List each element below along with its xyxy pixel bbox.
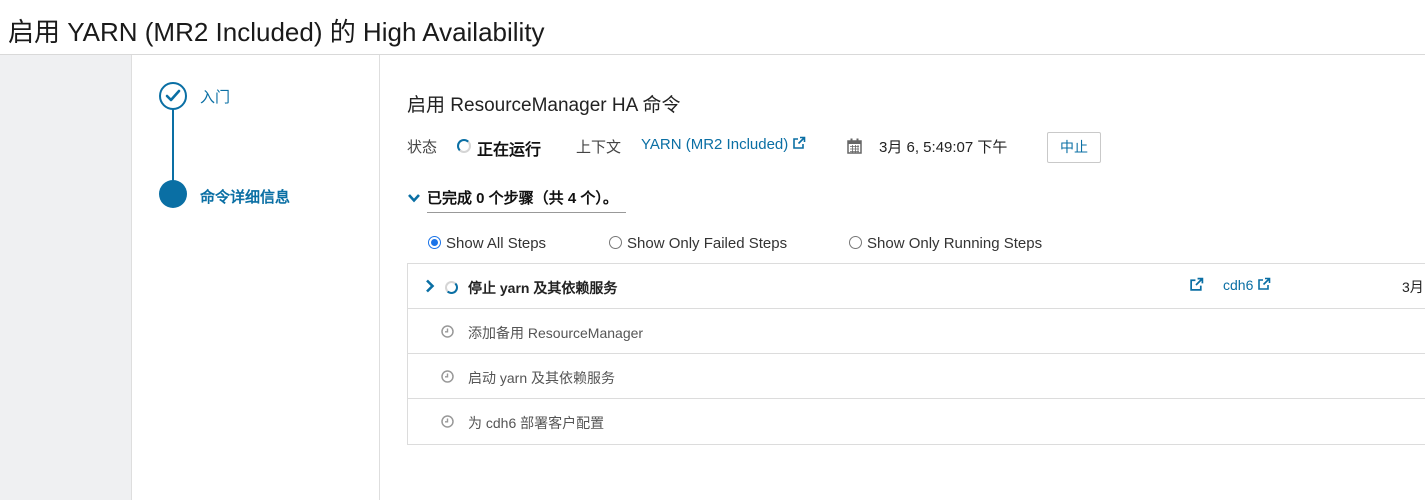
step-label: 为 cdh6 部署客户配置 (468, 415, 605, 431)
chevron-right-icon[interactable] (425, 279, 435, 293)
clock-icon (441, 325, 454, 338)
wizard-step-2-label: 命令详细信息 (200, 189, 291, 206)
step-label: 停止 yarn 及其依赖服务 (468, 280, 618, 296)
wizard-step-1-marker[interactable] (159, 82, 187, 110)
left-gutter (0, 55, 132, 500)
abort-button[interactable]: 中止 (1047, 132, 1101, 163)
context-link[interactable]: YARN (MR2 Included) (641, 136, 806, 153)
external-link-icon (793, 136, 806, 149)
wizard-step-connector (172, 109, 174, 187)
context-label: 上下文 (576, 139, 622, 156)
status-value: 正在运行 (477, 142, 542, 159)
spinner-icon (445, 281, 458, 294)
table-row: 为 cdh6 部署客户配置 (408, 399, 1425, 444)
command-status-row: 状态 正在运行 上下文 YARN (MR2 Included) 3月 6, 5:… (407, 132, 1417, 163)
chevron-down-icon (408, 194, 420, 203)
external-link-icon[interactable] (1189, 277, 1204, 292)
progress-underline (427, 212, 626, 213)
filter-running-steps[interactable]: Show Only Running Steps (849, 235, 1042, 252)
command-start-time: 3月 6, 5:49:07 下午 (879, 139, 1008, 156)
page-header: 启用 YARN (MR2 Included) 的 High Availabili… (0, 0, 1425, 55)
steps-table: 停止 yarn 及其依赖服务 cdh6 3月 添加备用 ResourceMana… (407, 263, 1425, 445)
external-link-icon (1258, 277, 1271, 290)
wizard-step-1-label[interactable]: 入门 (200, 86, 230, 107)
page-title: 启用 YARN (MR2 Included) 的 High Availabili… (8, 17, 545, 47)
wizard-step-2-marker (159, 180, 187, 208)
step-label: 添加备用 ResourceManager (468, 325, 644, 341)
filter-failed-steps-label: Show Only Failed Steps (627, 235, 788, 252)
radio-selected-icon (428, 236, 441, 249)
filter-all-steps-label: Show All Steps (446, 235, 547, 252)
step-label: 启动 yarn 及其依赖服务 (468, 370, 616, 386)
status-label: 状态 (407, 139, 438, 156)
table-row: 启动 yarn 及其依赖服务 (408, 354, 1425, 399)
filter-all-steps[interactable]: Show All Steps (428, 235, 546, 252)
wizard-nav: 入门 命令详细信息 (132, 55, 380, 500)
calendar-icon (847, 138, 862, 158)
clock-icon (441, 370, 454, 383)
filter-failed-steps[interactable]: Show Only Failed Steps (609, 235, 787, 252)
step-start-date: 3月 (1402, 279, 1424, 295)
steps-progress-summary: 已完成 0 个步骤（共 4 个）。 (427, 190, 618, 207)
check-icon (165, 89, 181, 102)
step-host-text: cdh6 (1223, 277, 1254, 293)
steps-progress-toggle[interactable]: 已完成 0 个步骤（共 4 个）。 (407, 187, 626, 213)
clock-icon (441, 415, 454, 428)
step-host-link[interactable]: cdh6 (1223, 277, 1271, 293)
spinner-icon (457, 139, 471, 153)
table-row: 添加备用 ResourceManager (408, 309, 1425, 354)
context-link-text: YARN (MR2 Included) (641, 136, 789, 153)
command-details: 启用 ResourceManager HA 命令 状态 正在运行 上下文 YAR… (380, 55, 1425, 500)
filter-running-steps-label: Show Only Running Steps (867, 235, 1043, 252)
radio-unselected-icon (609, 236, 622, 249)
command-title: 启用 ResourceManager HA 命令 (407, 95, 681, 116)
radio-unselected-icon (849, 236, 862, 249)
table-row[interactable]: 停止 yarn 及其依赖服务 cdh6 3月 (408, 264, 1425, 309)
